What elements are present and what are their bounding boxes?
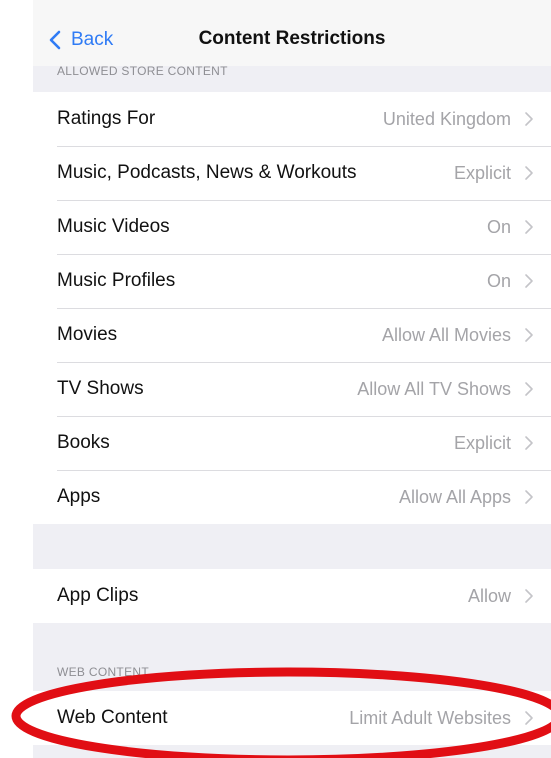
row-music-videos[interactable]: Music Videos On bbox=[33, 200, 551, 254]
row-app-clips[interactable]: App Clips Allow bbox=[33, 569, 551, 623]
row-value: Allow All TV Shows bbox=[357, 379, 511, 399]
row-value: On bbox=[486, 271, 511, 291]
screen: Back Content Restrictions ALLOWED STORE … bbox=[33, 0, 551, 758]
row-value: United Kingdom bbox=[382, 109, 511, 129]
chevron-right-icon bbox=[525, 274, 533, 288]
row-value: On bbox=[486, 217, 511, 237]
row-apps[interactable]: Apps Allow All Apps bbox=[33, 470, 551, 524]
row-label: Music Videos bbox=[57, 216, 170, 237]
row-value: Allow bbox=[467, 586, 511, 606]
section-header-store: ALLOWED STORE CONTENT bbox=[57, 64, 228, 78]
row-value: Explicit bbox=[453, 163, 511, 183]
row-value: Allow All Movies bbox=[381, 325, 511, 345]
row-music-profiles[interactable]: Music Profiles On bbox=[33, 254, 551, 308]
row-label: Apps bbox=[57, 486, 101, 507]
row-label: Music Profiles bbox=[57, 270, 176, 291]
row-label: Music, Podcasts, News & Workouts bbox=[57, 162, 357, 183]
chevron-right-icon bbox=[525, 220, 533, 234]
section-header-web: WEB CONTENT bbox=[57, 665, 149, 679]
row-value: Explicit bbox=[453, 433, 511, 453]
chevron-right-icon bbox=[525, 589, 533, 603]
navigation-bar: Back Content Restrictions bbox=[33, 0, 551, 66]
web-content-group: Web Content Limit Adult Websites bbox=[33, 691, 551, 745]
chevron-right-icon bbox=[525, 490, 533, 504]
store-content-group: Ratings For United Kingdom Music, Podcas… bbox=[33, 92, 551, 524]
chevron-right-icon bbox=[525, 166, 533, 180]
row-label: Books bbox=[57, 432, 110, 453]
chevron-right-icon bbox=[525, 382, 533, 396]
row-label: Ratings For bbox=[57, 108, 156, 129]
row-value: Allow All Apps bbox=[398, 487, 511, 507]
row-web-content[interactable]: Web Content Limit Adult Websites bbox=[33, 691, 551, 745]
row-movies[interactable]: Movies Allow All Movies bbox=[33, 308, 551, 362]
chevron-right-icon bbox=[525, 112, 533, 126]
row-ratings-for[interactable]: Ratings For United Kingdom bbox=[33, 92, 551, 146]
row-label: Movies bbox=[57, 324, 118, 345]
row-label: Web Content bbox=[57, 707, 168, 728]
row-label: TV Shows bbox=[57, 378, 144, 399]
chevron-right-icon bbox=[525, 436, 533, 450]
app-clips-group: App Clips Allow bbox=[33, 569, 551, 623]
row-music-podcasts[interactable]: Music, Podcasts, News & Workouts Explici… bbox=[33, 146, 551, 200]
row-tv-shows[interactable]: TV Shows Allow All TV Shows bbox=[33, 362, 551, 416]
row-label: App Clips bbox=[57, 585, 139, 606]
row-value: Limit Adult Websites bbox=[349, 708, 511, 728]
row-books[interactable]: Books Explicit bbox=[33, 416, 551, 470]
chevron-right-icon bbox=[525, 328, 533, 342]
chevron-right-icon bbox=[525, 711, 533, 725]
page-title: Content Restrictions bbox=[198, 28, 386, 49]
